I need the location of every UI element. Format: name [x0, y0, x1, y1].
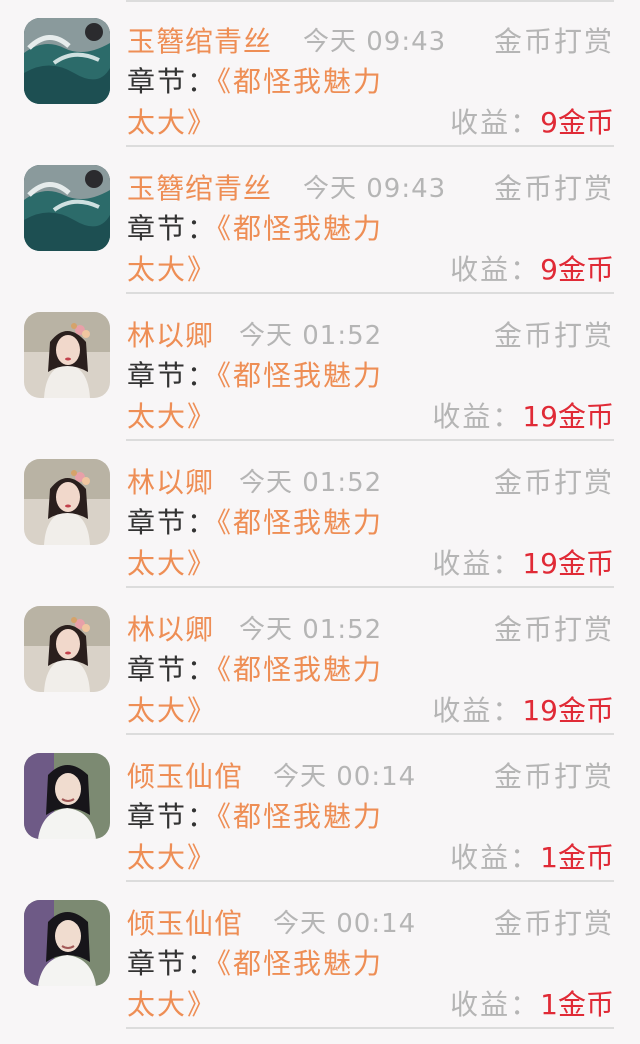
timestamp: 今天 01:52 — [239, 615, 383, 645]
avatar-man-white-robe-icon — [24, 900, 110, 986]
avatar[interactable] — [24, 459, 110, 545]
income: 收益：19金币 — [432, 543, 614, 585]
reward-type: 金币打赏 — [493, 25, 614, 58]
avatar-landscape-waves-icon — [24, 165, 110, 251]
avatar[interactable] — [24, 900, 110, 986]
reward-type: 金币打赏 — [493, 319, 614, 352]
income-value: 9金币 — [540, 253, 614, 286]
chapter-label: 章节： — [127, 947, 218, 980]
timestamp: 今天 09:43 — [303, 174, 447, 204]
income-value: 19金币 — [522, 694, 614, 727]
list-item[interactable]: 林以卿 今天 01:52 金币打赏 章节：《都怪我魅力 太大》 收益：19金币 — [0, 588, 640, 735]
reward-type: 金币打赏 — [493, 907, 614, 940]
income: 收益：19金币 — [432, 690, 614, 732]
income-label: 收益： — [450, 841, 541, 874]
sender-name[interactable]: 林以卿 — [127, 610, 214, 650]
timestamp: 今天 01:52 — [239, 468, 383, 498]
avatar[interactable] — [24, 165, 110, 251]
income-label: 收益： — [450, 106, 541, 139]
reward-type: 金币打赏 — [493, 466, 614, 499]
sender-name[interactable]: 林以卿 — [127, 316, 214, 356]
list-item[interactable]: 玉簪绾青丝 今天 09:43 金币打赏 章节：《都怪我魅力 太大》 收益：9金币 — [0, 0, 640, 147]
gift-income-list[interactable]: 玉簪绾青丝 今天 09:43 金币打赏 章节：《都怪我魅力 太大》 收益：9金币 — [0, 0, 640, 1044]
chapter-title-link-continued[interactable]: 太大》 — [127, 102, 217, 144]
income-value: 1金币 — [540, 988, 614, 1021]
avatar-landscape-waves-icon — [24, 18, 110, 104]
chapter-title-link-continued[interactable]: 太大》 — [127, 396, 217, 438]
chapter-title-link-continued[interactable]: 太大》 — [127, 543, 217, 585]
income-label: 收益： — [450, 988, 541, 1021]
income-label: 收益： — [432, 400, 523, 433]
list-item[interactable]: 林以卿 今天 01:52 金币打赏 章节：《都怪我魅力 太大》 收益：19金币 — [0, 294, 640, 441]
income-value: 1金币 — [540, 841, 614, 874]
chapter-title-link-continued[interactable]: 太大》 — [127, 837, 217, 879]
chapter-label: 章节： — [127, 65, 218, 98]
chapter-title-link-continued[interactable]: 太大》 — [127, 249, 217, 291]
income: 收益：19金币 — [432, 396, 614, 438]
list-item[interactable]: 玉簪绾青丝 今天 09:43 金币打赏 章节：《都怪我魅力 太大》 收益：9金币 — [0, 147, 640, 294]
reward-type: 金币打赏 — [493, 760, 614, 793]
sender-name[interactable]: 林以卿 — [127, 463, 214, 503]
chapter-title-link[interactable]: 《都怪我魅力 — [217, 800, 383, 833]
reward-type: 金币打赏 — [493, 613, 614, 646]
income-label: 收益： — [432, 547, 523, 580]
chapter-title-link[interactable]: 《都怪我魅力 — [217, 947, 383, 980]
sender-name[interactable]: 倾玉仙倌 — [127, 757, 243, 797]
timestamp: 今天 01:52 — [239, 321, 383, 351]
chapter-label: 章节： — [127, 800, 218, 833]
chapter-title-link-continued[interactable]: 太大》 — [127, 984, 217, 1026]
income: 收益：9金币 — [450, 249, 614, 291]
income-label: 收益： — [450, 253, 541, 286]
income: 收益：1金币 — [450, 837, 614, 879]
chapter-label: 章节： — [127, 653, 218, 686]
avatar-man-white-robe-icon — [24, 753, 110, 839]
income-label: 收益： — [432, 694, 523, 727]
sender-name[interactable]: 玉簪绾青丝 — [127, 169, 272, 209]
chapter-title-link[interactable]: 《都怪我魅力 — [217, 212, 383, 245]
row-divider — [126, 1027, 614, 1029]
chapter-label: 章节： — [127, 506, 218, 539]
avatar-woman-hanfu-icon — [24, 459, 110, 545]
sender-name[interactable]: 玉簪绾青丝 — [127, 22, 272, 62]
avatar-woman-hanfu-icon — [24, 606, 110, 692]
chapter-label: 章节： — [127, 212, 218, 245]
avatar[interactable] — [24, 753, 110, 839]
timestamp: 今天 00:14 — [273, 762, 417, 792]
income-value: 9金币 — [540, 106, 614, 139]
timestamp: 今天 00:14 — [273, 909, 417, 939]
chapter-label: 章节： — [127, 359, 218, 392]
sender-name[interactable]: 倾玉仙倌 — [127, 904, 243, 944]
chapter-title-link[interactable]: 《都怪我魅力 — [217, 653, 383, 686]
chapter-title-link[interactable]: 《都怪我魅力 — [217, 506, 383, 539]
list-item[interactable]: 林以卿 今天 01:52 金币打赏 章节：《都怪我魅力 太大》 收益：19金币 — [0, 441, 640, 588]
list-item[interactable]: 倾玉仙倌 今天 00:14 金币打赏 章节：《都怪我魅力 太大》 收益：1金币 — [0, 882, 640, 1029]
timestamp: 今天 09:43 — [303, 27, 447, 57]
income: 收益：1金币 — [450, 984, 614, 1026]
chapter-title-link-continued[interactable]: 太大》 — [127, 690, 217, 732]
list-item[interactable]: 倾玉仙倌 今天 00:14 金币打赏 章节：《都怪我魅力 太大》 收益：1金币 — [0, 735, 640, 882]
avatar[interactable] — [24, 18, 110, 104]
avatar[interactable] — [24, 312, 110, 398]
chapter-title-link[interactable]: 《都怪我魅力 — [217, 65, 383, 98]
income-value: 19金币 — [522, 547, 614, 580]
avatar[interactable] — [24, 606, 110, 692]
avatar-woman-hanfu-icon — [24, 312, 110, 398]
chapter-title-link[interactable]: 《都怪我魅力 — [217, 359, 383, 392]
income-value: 19金币 — [522, 400, 614, 433]
income: 收益：9金币 — [450, 102, 614, 144]
reward-type: 金币打赏 — [493, 172, 614, 205]
